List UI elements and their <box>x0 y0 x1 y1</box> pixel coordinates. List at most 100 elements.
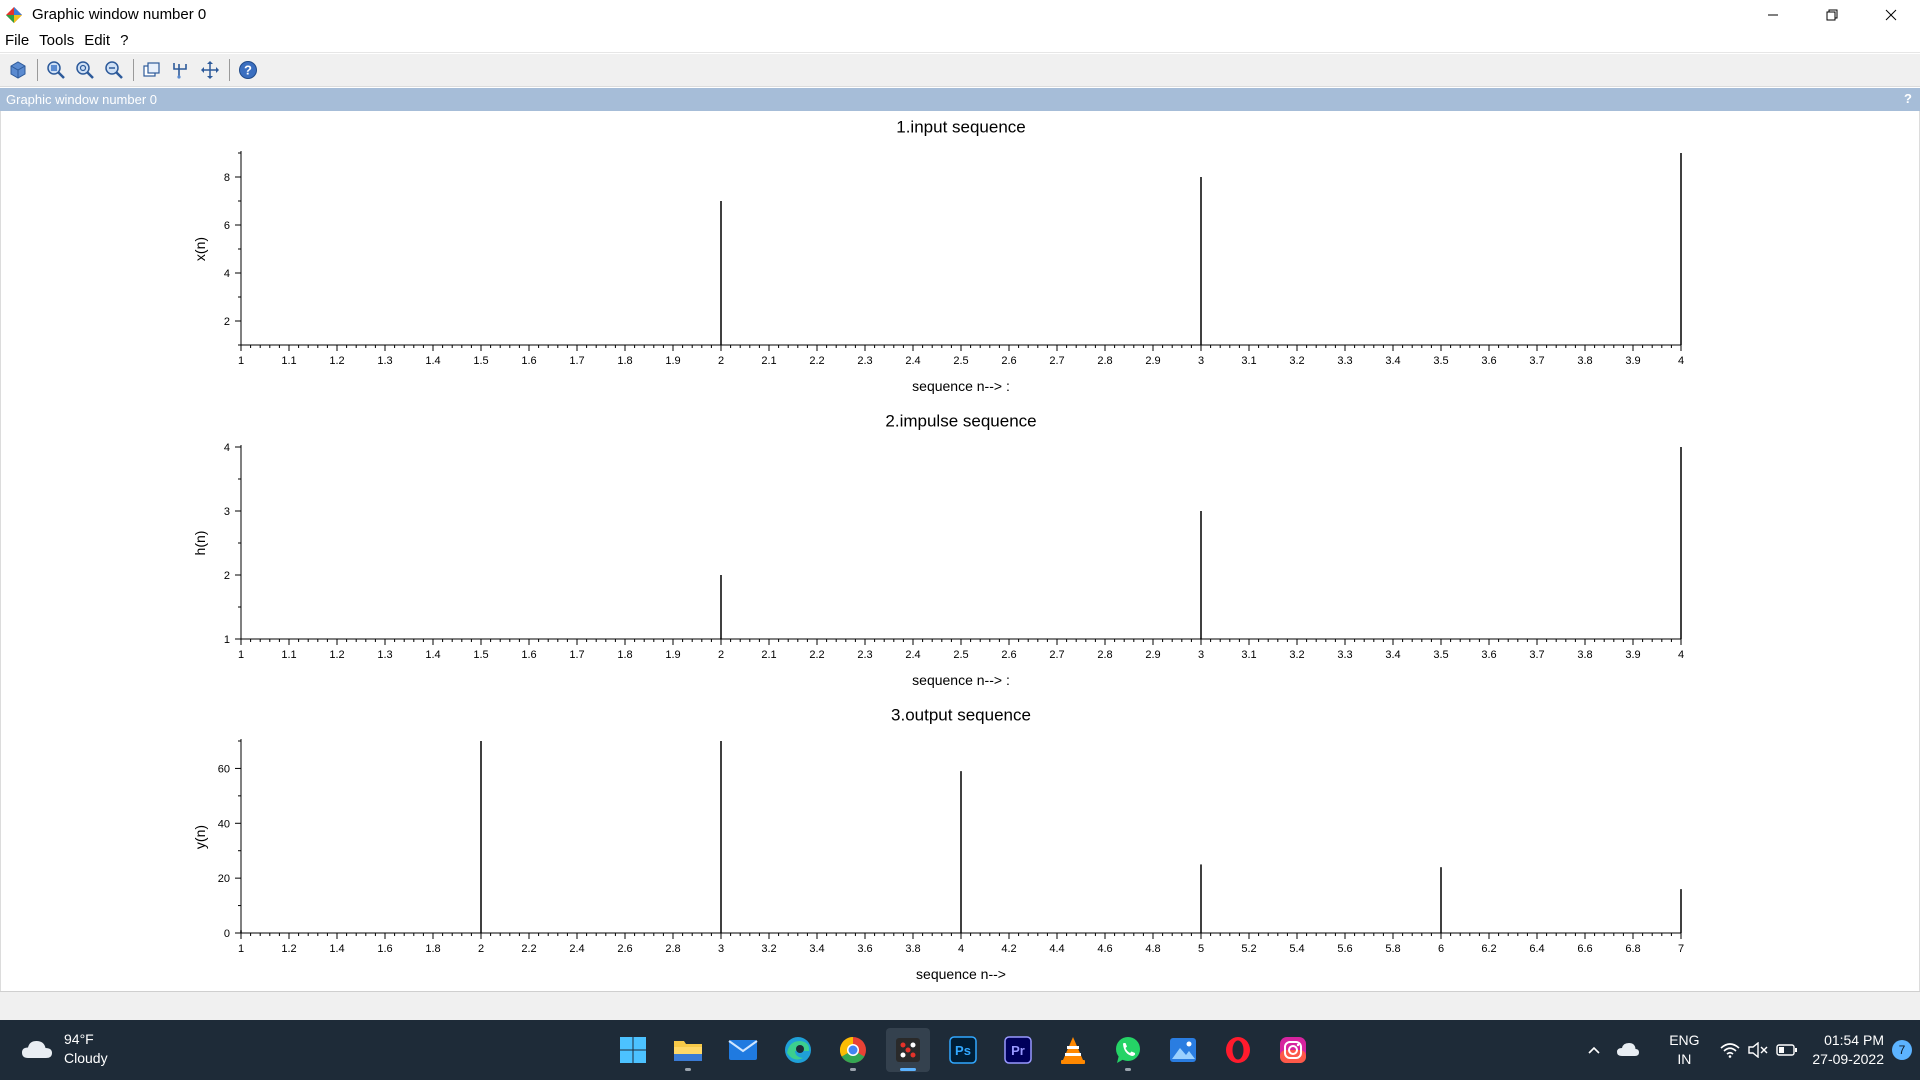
taskbar-vlc[interactable] <box>1051 1028 1095 1072</box>
plot1-x-tick-label: 3.9 <box>1625 355 1640 367</box>
plot3-y-tick-label: 20 <box>218 873 230 885</box>
zoom-in-button[interactable] <box>42 57 69 84</box>
graphic-canvas[interactable]: 1.input sequence 1 1.1 1.2 1.3 1.4 1.5 1.6 1.7 1.… <box>0 111 1920 991</box>
plot2-y-tick-label: 4 <box>224 442 230 454</box>
taskbar-photos[interactable] <box>1161 1028 1205 1072</box>
zoom-fit-button[interactable] <box>100 57 127 84</box>
taskbar-instagram[interactable] <box>1271 1028 1315 1072</box>
plot2-x-tick-label: 3.1 <box>1241 649 1256 661</box>
editor-button[interactable] <box>167 57 194 84</box>
restore-button[interactable] <box>1802 0 1861 29</box>
taskbar-file-explorer[interactable] <box>666 1028 710 1072</box>
running-indicator <box>685 1068 691 1071</box>
plot3-x-tick-label: 2.8 <box>665 943 680 955</box>
menu-file[interactable]: File <box>5 32 29 49</box>
plot1-x-tick-label: 3.7 <box>1529 355 1544 367</box>
plot3-x-tick-label: 4.2 <box>1001 943 1016 955</box>
plot1-x-tick-label: 2.7 <box>1049 355 1064 367</box>
plot2-x-tick-label: 1.1 <box>281 649 296 661</box>
show-hidden-icons-button[interactable] <box>1580 1045 1608 1055</box>
pan-button[interactable] <box>196 57 223 84</box>
taskbar-chrome[interactable] <box>831 1028 875 1072</box>
weather-widget[interactable]: 94°F Cloudy <box>20 1030 108 1068</box>
panel-help-button[interactable]: ? <box>1904 91 1912 106</box>
language-indicator[interactable]: ENG IN <box>1658 1031 1710 1069</box>
clock[interactable]: 01:54 PM 27-09-2022 <box>1812 1031 1884 1069</box>
plot2-x-tick-label: 3.6 <box>1481 649 1496 661</box>
title-bar[interactable]: Graphic window number 0 <box>0 0 1920 29</box>
plot2-y-tick-label: 1 <box>224 634 230 646</box>
plot1-x-tick-label: 2.8 <box>1097 355 1112 367</box>
plot3-y-axis-label: y(n) <box>192 825 208 849</box>
photos-icon <box>1170 1038 1196 1062</box>
plot3-x-tick-label: 6.4 <box>1529 943 1544 955</box>
plot3-y-tick-label: 60 <box>218 763 230 775</box>
plot3-title: 3.output sequence <box>891 705 1031 724</box>
taskbar-scilab[interactable] <box>886 1028 930 1072</box>
instagram-icon <box>1280 1037 1306 1063</box>
plots-svg: 1.input sequence 1 1.1 1.2 1.3 1.4 1.5 1.6 1.7 1.… <box>192 117 1684 982</box>
plot3-x-tick-label: 7 <box>1678 943 1684 955</box>
menu-help[interactable]: ? <box>120 32 128 49</box>
taskbar-apps: Ps Pr <box>611 1028 1326 1072</box>
plot2-x-tick-label: 1.3 <box>377 649 392 661</box>
notification-badge[interactable]: 7 <box>1892 1040 1912 1060</box>
zoom-fit-icon <box>104 61 123 79</box>
taskbar-start[interactable] <box>611 1028 655 1072</box>
plot2-x-tick-label: 2.1 <box>761 649 776 661</box>
zoom-out-button[interactable] <box>71 57 98 84</box>
panel-title: Graphic window number 0 <box>6 92 158 107</box>
plot2-x-tick-label: 1.5 <box>473 649 488 661</box>
toolbar-separator <box>37 59 38 81</box>
windows-start-icon <box>620 1037 646 1063</box>
plot3-x-tick-label: 4.8 <box>1145 943 1160 955</box>
plot1-x-tick-label: 1.3 <box>377 355 392 367</box>
plot2-x-tick-label: 1.9 <box>665 649 680 661</box>
plot1-x-tick-label: 4 <box>1678 355 1684 367</box>
taskbar-premiere[interactable]: Pr <box>996 1028 1040 1072</box>
taskbar-mail[interactable] <box>721 1028 765 1072</box>
plot1-x-tick-label: 1.7 <box>569 355 584 367</box>
plot3-x-tick-label: 2.4 <box>569 943 584 955</box>
opera-icon <box>1226 1037 1250 1063</box>
plot3-x-axis-label: sequence n--> <box>916 966 1006 982</box>
plot3-x-tick-label: 4 <box>958 943 964 955</box>
plot3-x-tick-label: 6.6 <box>1577 943 1592 955</box>
plot1-x-tick-label: 2.1 <box>761 355 776 367</box>
whatsapp-icon <box>1116 1037 1140 1063</box>
network-volume-battery-group[interactable] <box>1720 1042 1798 1058</box>
plot2-x-tick-label: 3.2 <box>1289 649 1304 661</box>
help-button[interactable]: ? <box>234 57 261 84</box>
taskbar-opera[interactable] <box>1216 1028 1260 1072</box>
chevron-up-icon <box>1588 1046 1600 1054</box>
window-controls <box>1743 0 1920 29</box>
plot3-x-tick-label: 6.2 <box>1481 943 1496 955</box>
minimize-button[interactable] <box>1743 0 1802 29</box>
taskbar-whatsapp[interactable] <box>1106 1028 1150 1072</box>
rotate-button[interactable] <box>4 57 31 84</box>
plot1-x-tick-label: 2.6 <box>1001 355 1016 367</box>
datatip-icon <box>142 62 160 77</box>
plot2-x-tick-label: 2.5 <box>953 649 968 661</box>
plot2-x-tick-label: 3.8 <box>1577 649 1592 661</box>
graphic-panel-header[interactable]: Graphic window number 0 ? <box>0 88 1920 111</box>
plot2-x-tick-label: 4 <box>1678 649 1684 661</box>
menu-edit[interactable]: Edit <box>84 32 110 49</box>
running-indicator <box>1125 1068 1131 1071</box>
plot1-x-tick-label: 3.3 <box>1337 355 1352 367</box>
onedrive-button[interactable] <box>1608 1042 1648 1058</box>
plot3-x-tick-label: 6 <box>1438 943 1444 955</box>
taskbar-edge[interactable] <box>776 1028 820 1072</box>
plot3-x-tick-label: 1.8 <box>425 943 440 955</box>
taskbar-photoshop[interactable]: Ps <box>941 1028 985 1072</box>
menu-tools[interactable]: Tools <box>39 32 74 49</box>
rotate-icon <box>10 61 25 79</box>
datatip-button[interactable] <box>138 57 165 84</box>
plot3-x-tick-label: 3.6 <box>857 943 872 955</box>
close-button[interactable] <box>1861 0 1920 29</box>
plot2-x-tick-label: 2.6 <box>1001 649 1016 661</box>
plot2-x-tick-label: 1.4 <box>425 649 440 661</box>
plot2-x-tick-label: 3 <box>1198 649 1204 661</box>
status-bar <box>0 991 1920 1020</box>
plot1-x-tick-label: 3.6 <box>1481 355 1496 367</box>
